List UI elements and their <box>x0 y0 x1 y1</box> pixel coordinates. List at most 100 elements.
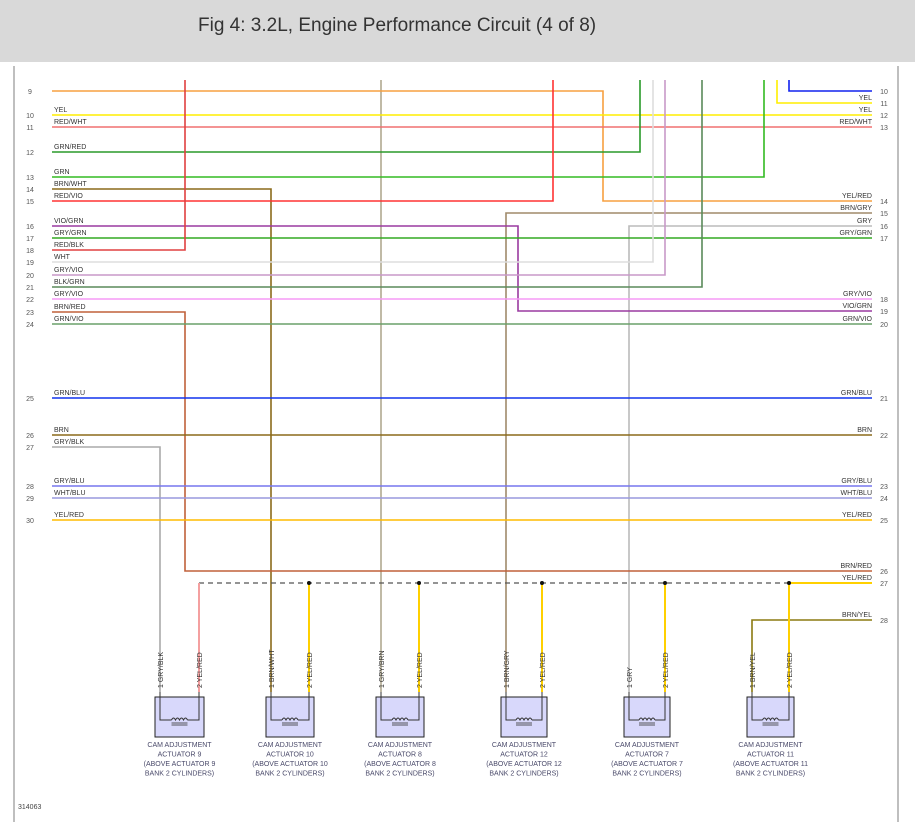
row-number-left: 29 <box>26 496 34 503</box>
splice-dot <box>540 581 544 585</box>
wire-label-left: GRN/BLU <box>54 390 85 397</box>
actuator-caption: (ABOVE ACTUATOR 7 <box>611 761 683 768</box>
row-number-right: 23 <box>880 484 888 491</box>
wire-label-right: YEL/RED <box>842 193 872 200</box>
actuator-caption: ACTUATOR 9 <box>158 752 202 759</box>
row-number-right: 19 <box>880 309 888 316</box>
wire-brn-yel <box>751 619 872 692</box>
wire-label-left: RED/WHT <box>54 119 87 126</box>
wire-label-right: RED/WHT <box>839 119 872 126</box>
actuator-caption: BANK 2 CYLINDERS) <box>736 771 805 778</box>
row-number-left: 10 <box>26 113 34 120</box>
actuator-box <box>500 696 548 738</box>
actuator-box <box>623 696 671 738</box>
row-number-left: 20 <box>26 273 34 280</box>
wire-left-19 <box>52 80 654 263</box>
wire-right-10 <box>788 80 872 92</box>
wire-label-right: BRN <box>857 427 872 434</box>
actuator-caption: (ABOVE ACTUATOR 12 <box>486 761 562 768</box>
wire-label-left: GRY/BLK <box>54 439 85 446</box>
actuator-caption: ACTUATOR 11 <box>747 752 794 759</box>
pin-label: 2 YEL/RED <box>787 652 794 688</box>
wire-label-left: BRN/RED <box>54 304 86 311</box>
row-number-left: 9 <box>28 89 32 96</box>
actuator-caption: ACTUATOR 12 <box>500 752 548 759</box>
row-number-right: 27 <box>880 581 888 588</box>
actuator-caption: BANK 2 CYLINDERS) <box>489 771 558 778</box>
wire-label-right: YEL/RED <box>842 512 872 519</box>
actuator-box <box>746 696 795 738</box>
wire-label-right: BRN/YEL <box>842 612 872 619</box>
wire-label-left: GRY/BLU <box>54 478 85 485</box>
row-number-right: 18 <box>880 297 888 304</box>
wire-label-right: GRN/BLU <box>841 390 872 397</box>
row-number-right: 16 <box>880 224 888 231</box>
row-number-right: 10 <box>880 89 888 96</box>
actuator-caption: CAM ADJUSTMENT <box>368 742 433 749</box>
row-number-right: 20 <box>880 322 888 329</box>
actuator-caption: (ABOVE ACTUATOR 8 <box>364 761 436 768</box>
actuator-caption: (ABOVE ACTUATOR 10 <box>252 761 328 768</box>
splice-dot <box>417 581 421 585</box>
row-number-left: 11 <box>26 125 33 132</box>
wire-label-right: YEL <box>859 107 872 114</box>
row-number-right: 28 <box>880 618 888 625</box>
pin-label: 2 YEL/RED <box>197 652 204 688</box>
splice-dot <box>307 581 311 585</box>
pin-label: 2 YEL/RED <box>540 652 547 688</box>
wire-left-13 <box>52 80 765 178</box>
pin-label: 2 YEL/RED <box>663 652 670 688</box>
pin-label: 1 GRY <box>627 667 634 688</box>
wire-label-right: GRY/VIO <box>843 291 873 298</box>
actuator-caption: BANK 2 CYLINDERS) <box>612 771 681 778</box>
wire-label-left: YEL <box>54 107 67 114</box>
actuator-caption: ACTUATOR 7 <box>625 752 669 759</box>
wire-label-left: GRN/RED <box>54 144 86 151</box>
wire-label-right: BRN/RED <box>840 563 872 570</box>
pin-label: 1 BRN/GRY <box>504 650 511 688</box>
wire-label-right: YEL/RED <box>842 575 872 582</box>
row-number-right: 24 <box>880 496 888 503</box>
row-number-right: 12 <box>880 113 888 120</box>
actuator-caption: CAM ADJUSTMENT <box>258 742 323 749</box>
actuator-caption: (ABOVE ACTUATOR 9 <box>144 761 216 768</box>
row-number-left: 12 <box>26 150 34 157</box>
row-number-right: 21 <box>880 396 888 403</box>
wire-label-left: GRN/VIO <box>54 316 84 323</box>
row-number-left: 25 <box>26 396 34 403</box>
row-number-left: 16 <box>26 224 34 231</box>
wire-left-15 <box>52 80 554 202</box>
row-number-right: 14 <box>880 199 888 206</box>
row-number-right: 11 <box>880 101 887 108</box>
wire-label-left: RED/BLK <box>54 242 84 249</box>
pin-label: 1 BRN/YEL <box>750 652 757 688</box>
actuator-caption: ACTUATOR 10 <box>266 752 314 759</box>
wire-label-right: GRY/GRN <box>839 230 872 237</box>
wire-left-23 <box>52 311 872 572</box>
row-number-right: 25 <box>880 518 888 525</box>
row-number-left: 23 <box>26 310 34 317</box>
wire-label-right: BRN/GRY <box>840 205 872 212</box>
actuator-box <box>375 696 425 738</box>
row-number-left: 27 <box>26 445 34 452</box>
actuator-box <box>154 696 205 738</box>
actuator-box <box>265 696 315 738</box>
row-number-right: 22 <box>880 433 888 440</box>
actuator-caption: CAM ADJUSTMENT <box>492 742 557 749</box>
actuator-caption: (ABOVE ACTUATOR 11 <box>733 761 808 768</box>
wire-label-left: BRN/WHT <box>54 181 87 188</box>
row-number-left: 19 <box>26 260 34 267</box>
row-number-left: 18 <box>26 248 34 255</box>
pin-label: 2 YEL/RED <box>307 652 314 688</box>
pin-label: 1 GRY/BRN <box>379 650 386 688</box>
row-number-right: 15 <box>880 211 888 218</box>
row-number-left: 26 <box>26 433 34 440</box>
wire-label-right: VIO/GRN <box>842 303 872 310</box>
wire-left-9 <box>52 90 872 202</box>
row-number-left: 24 <box>26 322 34 329</box>
row-number-left: 28 <box>26 484 34 491</box>
row-number-left: 30 <box>26 518 34 525</box>
figure-id: 314063 <box>18 804 42 811</box>
actuator-caption: CAM ADJUSTMENT <box>738 742 803 749</box>
wire-label-left: GRY/VIO <box>54 291 84 298</box>
